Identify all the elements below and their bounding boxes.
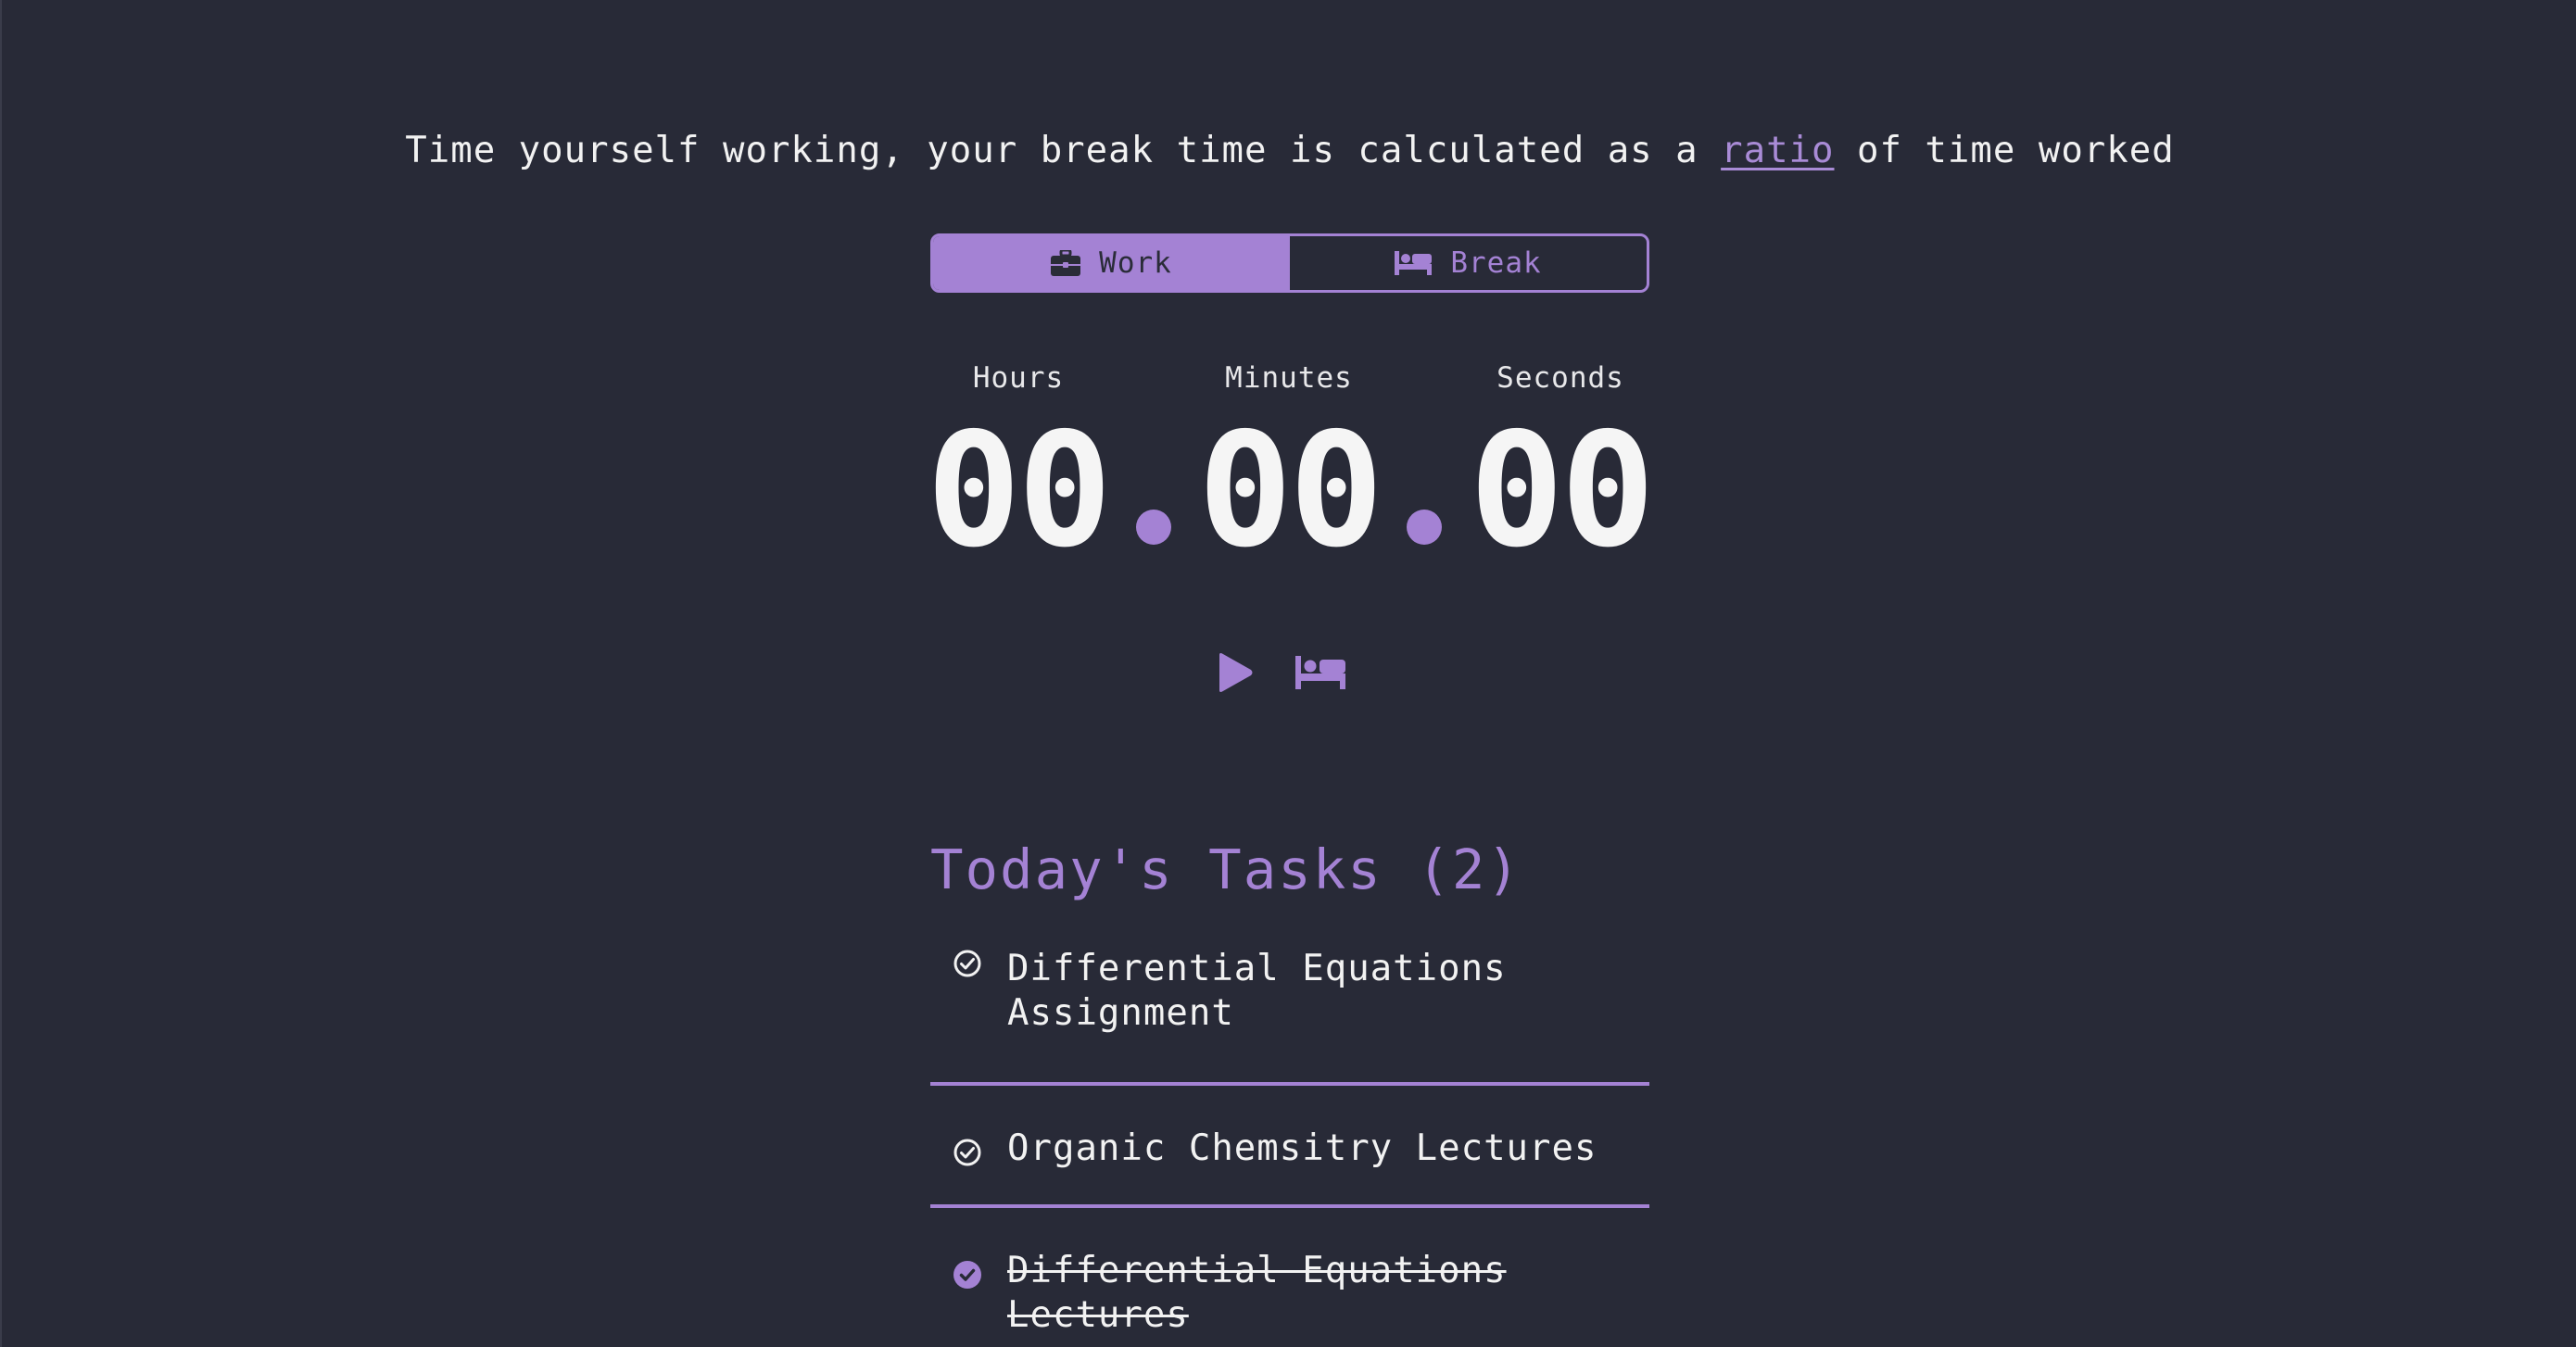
task-item[interactable]: Differential Equations Assignment — [930, 938, 1649, 1086]
task-item-completed[interactable]: Differential Equations Lectures — [930, 1208, 1649, 1338]
timer-controls — [1214, 652, 1345, 697]
hours-label: Hours — [972, 361, 1065, 395]
bed-icon — [1395, 251, 1433, 275]
seconds-value: 00 — [1469, 399, 1656, 583]
separator-dot — [1407, 510, 1442, 545]
hours-value: 00 — [926, 399, 1113, 583]
play-icon[interactable] — [1214, 652, 1255, 697]
task-text: Organic Chemsitry Lectures — [1007, 1127, 1597, 1169]
seconds-label: Seconds — [1496, 361, 1624, 395]
tasks-title: Today's Tasks (2) — [930, 837, 1522, 901]
check-circle-filled-icon[interactable] — [953, 1256, 982, 1301]
app-page: Time yourself working, your break time i… — [0, 0, 2576, 1347]
separator-dot — [1136, 510, 1171, 545]
time-labels: Hours Minutes Seconds — [2, 361, 2576, 402]
intro-text-after: of time worked — [1834, 130, 2175, 171]
check-circle-icon[interactable] — [953, 1134, 982, 1178]
ratio-link[interactable]: ratio — [1721, 130, 1834, 171]
work-mode-label: Work — [1099, 246, 1172, 280]
minutes-label: Minutes — [1225, 361, 1353, 395]
intro-text-before: Time yourself working, your break time i… — [405, 130, 1722, 171]
work-mode-button[interactable]: Work — [933, 236, 1290, 290]
intro-text: Time yourself working, your break time i… — [2, 130, 2576, 171]
task-text: Differential Equations Assignment — [1007, 948, 1507, 1034]
task-text: Differential Equations Lectures — [1007, 1250, 1507, 1336]
minutes-value: 00 — [1197, 399, 1384, 583]
break-mode-label: Break — [1450, 246, 1542, 280]
briefcase-icon — [1051, 250, 1081, 276]
task-list: Differential Equations Assignment Organi… — [930, 938, 1649, 1338]
check-circle-icon[interactable] — [953, 945, 982, 989]
mode-toggle: Work Break — [930, 233, 1649, 293]
task-item[interactable]: Organic Chemsitry Lectures — [930, 1086, 1649, 1208]
bed-icon[interactable] — [1295, 656, 1345, 693]
break-mode-button[interactable]: Break — [1290, 236, 1647, 290]
